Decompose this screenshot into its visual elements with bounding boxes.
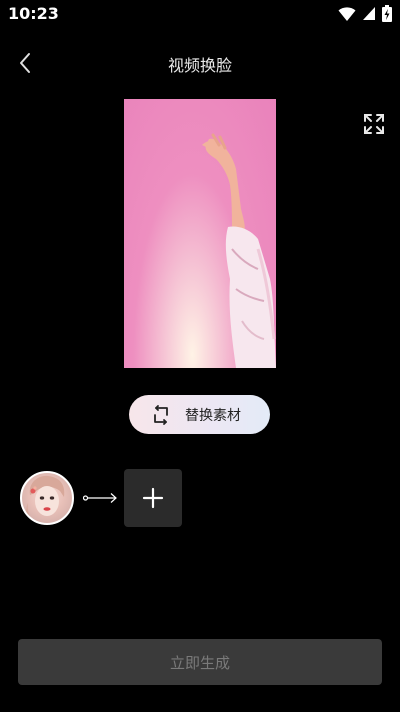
battery-charging-icon [382, 5, 392, 22]
face-avatar[interactable] [20, 471, 74, 525]
video-preview[interactable] [124, 99, 276, 368]
video-frame-image [202, 133, 276, 368]
status-time: 10:23 [8, 4, 59, 23]
add-face-button[interactable] [124, 469, 182, 527]
cellular-signal-icon [362, 6, 376, 21]
header: 视频换脸 [0, 40, 400, 86]
page-title: 视频换脸 [167, 56, 232, 75]
swap-icon [154, 404, 168, 425]
status-bar: 10:23 [0, 0, 400, 28]
replace-material-button[interactable]: 替换素材 [129, 395, 270, 434]
fullscreen-button[interactable] [362, 112, 386, 136]
plus-icon [142, 487, 164, 509]
generate-now-label: 立即生成 [169, 653, 230, 672]
video-face-swap-screen: 10:23 视频换脸 替换素材 立即生成 [0, 0, 400, 712]
wifi-icon [338, 6, 356, 22]
fullscreen-icon [364, 114, 384, 134]
face-avatar-image [26, 475, 65, 523]
long-arrow-right-icon [83, 493, 117, 503]
status-icons [338, 5, 392, 22]
replace-material-label: 替换素材 [185, 407, 241, 424]
generate-now-button[interactable]: 立即生成 [18, 639, 382, 685]
